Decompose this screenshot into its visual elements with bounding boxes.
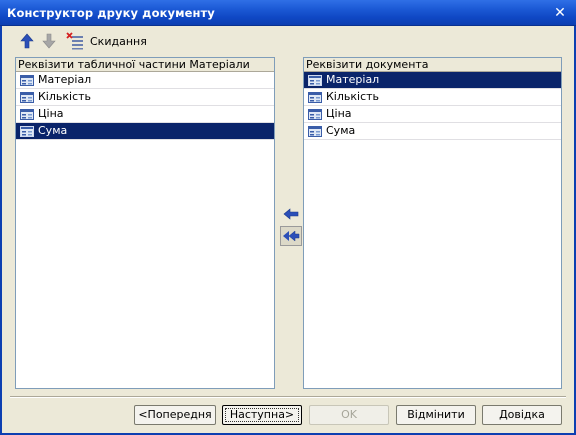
list-item[interactable]: Ціна [304, 106, 561, 123]
arrow-left-icon [283, 208, 299, 220]
list-item[interactable]: Ціна [16, 106, 274, 123]
list-item-label: Сума [38, 124, 68, 137]
move-left-button[interactable] [280, 204, 302, 224]
move-down-icon[interactable] [40, 32, 58, 50]
list-item-label: Кількість [38, 90, 92, 103]
attribute-icon [308, 126, 322, 137]
move-up-icon[interactable] [18, 32, 36, 50]
list-item-label: Кількість [326, 90, 380, 103]
attribute-icon [20, 109, 34, 120]
left-attributes-list[interactable]: Реквізити табличної частини Матеріали Ма… [15, 57, 275, 389]
previous-button[interactable]: <Попередня [134, 405, 216, 425]
reset-icon[interactable] [66, 32, 84, 50]
list-item-label: Сума [326, 124, 356, 137]
double-arrow-left-icon [283, 230, 300, 242]
ok-button[interactable]: OK [309, 405, 389, 425]
list-item-label: Ціна [38, 107, 64, 120]
list-item[interactable]: Кількість [16, 89, 274, 106]
attribute-icon [308, 109, 322, 120]
list-item[interactable]: Матеріал [16, 72, 274, 89]
list-item[interactable]: Сума [304, 123, 561, 140]
list-item-label: Ціна [326, 107, 352, 120]
next-button[interactable]: Наступна> [222, 405, 302, 425]
list-item-selected[interactable]: Матеріал [304, 72, 561, 89]
list-item-selected[interactable]: Сума [16, 123, 274, 140]
attribute-icon [20, 92, 34, 103]
reset-label[interactable]: Скидання [90, 35, 147, 48]
attribute-icon [308, 92, 322, 103]
footer-divider [10, 396, 566, 398]
dialog-body: Скидання Реквізити табличної частини Мат… [0, 26, 576, 435]
cancel-button[interactable]: Відмінити [396, 405, 476, 425]
window-title: Конструктор друку документу [7, 6, 215, 20]
left-list-header: Реквізити табличної частини Матеріали [16, 58, 274, 72]
title-bar: Конструктор друку документу ✕ [0, 0, 576, 26]
attribute-icon [20, 75, 34, 86]
list-item-label: Матеріал [326, 73, 380, 86]
right-attributes-list[interactable]: Реквізити документа Матеріал Кількість Ц… [303, 57, 562, 389]
attribute-icon [20, 126, 34, 137]
right-list-header: Реквізити документа [304, 58, 561, 72]
list-item[interactable]: Кількість [304, 89, 561, 106]
attribute-icon [308, 75, 322, 86]
list-item-label: Матеріал [38, 73, 92, 86]
move-all-left-button[interactable] [280, 226, 302, 246]
close-icon[interactable]: ✕ [551, 4, 569, 22]
help-button[interactable]: Довідка [482, 405, 562, 425]
